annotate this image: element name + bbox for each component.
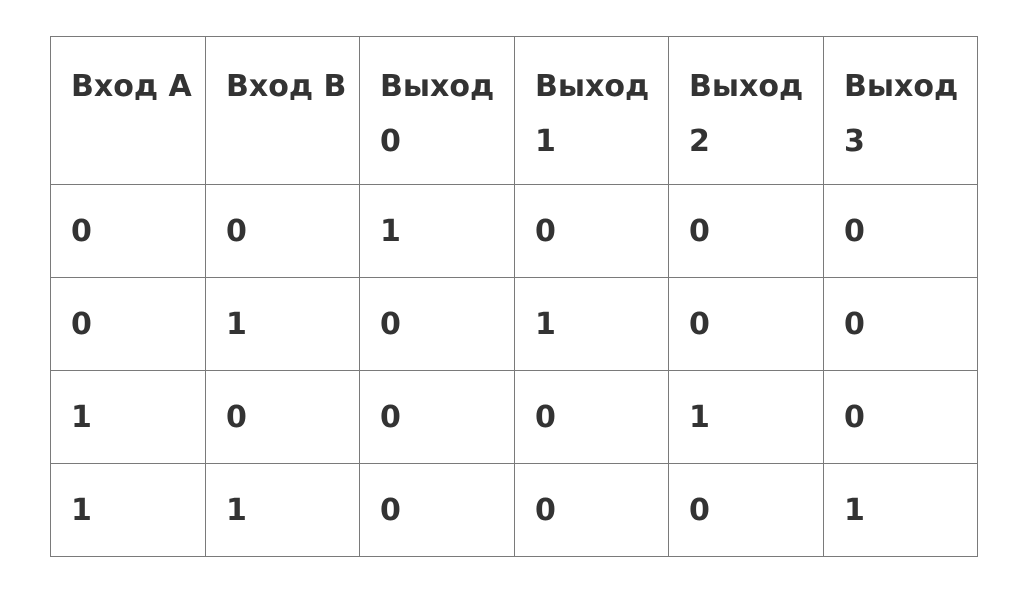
table-cell: 0 [50,184,206,278]
table-cell: 0 [359,370,515,464]
header-output-0: Выход 0 [359,36,515,185]
header-row: Вход A Вход B Выход 0 Выход 1 Выход 2 Вы… [50,36,978,185]
table-cell: 0 [359,463,515,557]
header-input-a: Вход A [50,36,206,185]
truth-table: Вход A Вход B Выход 0 Выход 1 Выход 2 Вы… [50,36,978,557]
header-output-1: Выход 1 [514,36,669,185]
table-cell: 0 [668,277,824,371]
table-cell: 0 [668,463,824,557]
table-cell: 1 [50,370,206,464]
table-cell: 0 [359,277,515,371]
table-cell: 0 [205,370,360,464]
table-cell: 0 [823,184,978,278]
header-input-b: Вход B [205,36,360,185]
table-cell: 0 [823,370,978,464]
table-cell: 1 [205,463,360,557]
table-cell: 0 [514,370,669,464]
header-output-2: Выход 2 [668,36,824,185]
header-output-3: Выход 3 [823,36,978,185]
table-cell: 1 [205,277,360,371]
table-row: 0 0 1 0 0 0 [50,184,978,278]
table-cell: 0 [50,277,206,371]
table-row: 0 1 0 1 0 0 [50,277,978,371]
table-row: 1 0 0 0 1 0 [50,370,978,464]
table-cell: 0 [514,463,669,557]
table-cell: 0 [514,184,669,278]
table-cell: 0 [668,184,824,278]
table-cell: 0 [823,277,978,371]
table-cell: 1 [50,463,206,557]
table-row: 1 1 0 0 0 1 [50,463,978,557]
table-cell: 1 [668,370,824,464]
table-cell: 1 [823,463,978,557]
table-cell: 1 [514,277,669,371]
table-cell: 0 [205,184,360,278]
table-cell: 1 [359,184,515,278]
